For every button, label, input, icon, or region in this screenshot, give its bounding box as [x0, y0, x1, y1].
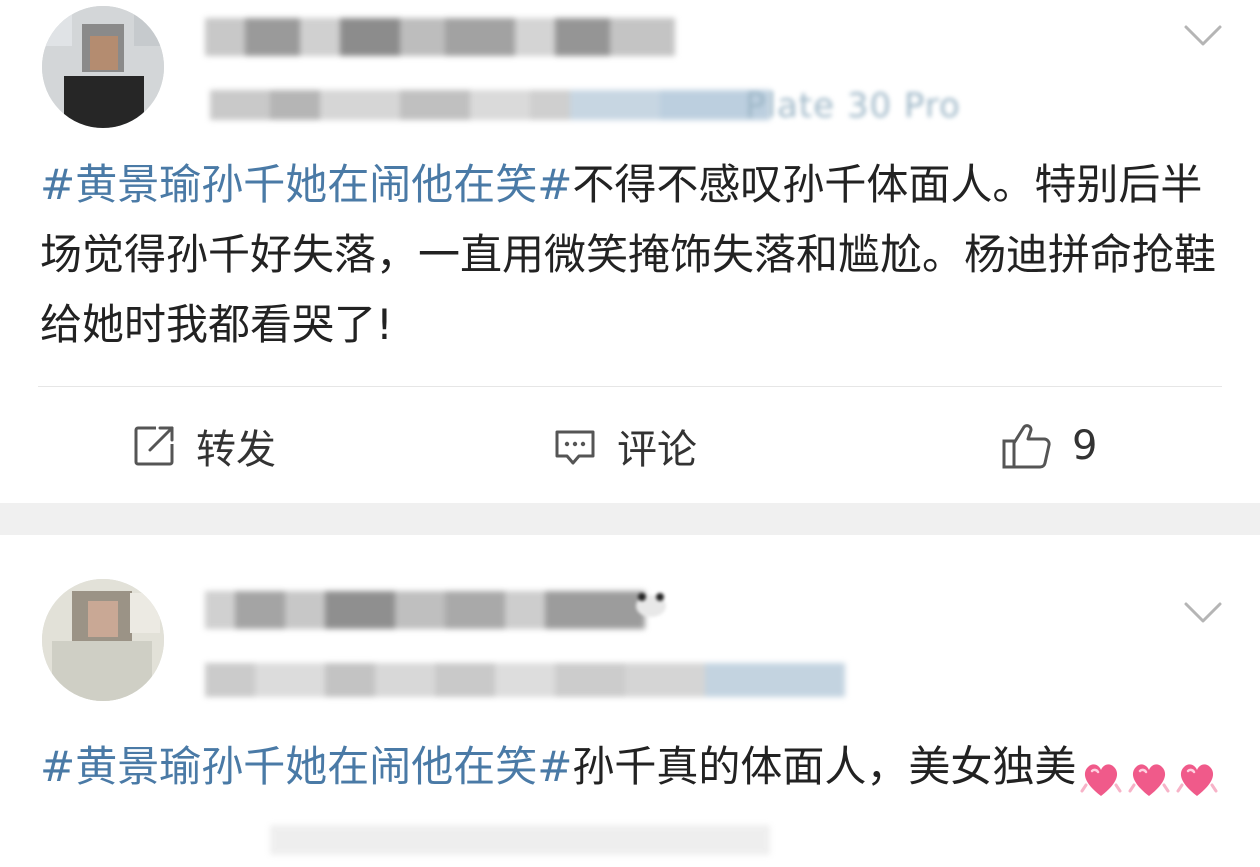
avatar[interactable] [42, 579, 164, 701]
post-body: 孙千真的体面人，美女独美 [572, 742, 1077, 791]
avatar[interactable] [42, 6, 164, 128]
repost-button[interactable]: 转发 [130, 418, 276, 474]
meta-blurred [205, 663, 845, 697]
post-text: #黄景瑜孙千她在闹他在笑#不得不感叹孙千体面人。特别后半场觉得孙千好失落，一直用… [40, 150, 1230, 360]
like-button[interactable]: 9 [1000, 418, 1097, 474]
weibo-post-1: Plate 30 Pro #黄景瑜孙千她在闹他在笑#不得不感叹孙千体面人。特别后… [0, 0, 1260, 503]
device-source-text: Plate 30 Pro [745, 86, 961, 126]
hashtag-link[interactable]: #黄景瑜孙千她在闹他在笑# [40, 160, 572, 209]
heart-emoji-icon [1080, 750, 1122, 796]
post-text: #黄景瑜孙千她在闹他在笑#孙千真的体面人，美女独美 [40, 732, 1230, 802]
username-blurred[interactable] [205, 18, 675, 56]
chevron-down-icon[interactable] [1183, 601, 1223, 625]
watermark-blurred [270, 825, 770, 855]
like-count: 9 [1072, 423, 1098, 469]
comment-button[interactable]: 评论 [551, 418, 697, 474]
heart-emoji-icon [1128, 750, 1170, 796]
heart-emoji-icon [1176, 750, 1218, 796]
repost-icon [134, 426, 174, 466]
panda-emoji-icon [636, 589, 666, 617]
divider [38, 386, 1222, 387]
heart-emojis [1080, 750, 1218, 796]
chevron-down-icon[interactable] [1183, 24, 1223, 48]
post-separator [0, 503, 1260, 535]
comment-label: 评论 [617, 427, 697, 473]
repost-label: 转发 [196, 427, 276, 473]
username-blurred[interactable] [205, 591, 645, 629]
like-icon [1002, 424, 1051, 469]
hashtag-link[interactable]: #黄景瑜孙千她在闹他在笑# [40, 742, 572, 791]
meta-blurred [210, 90, 770, 120]
comment-icon [555, 430, 595, 465]
weibo-post-2: #黄景瑜孙千她在闹他在笑#孙千真的体面人，美女独美 [0, 535, 1260, 867]
